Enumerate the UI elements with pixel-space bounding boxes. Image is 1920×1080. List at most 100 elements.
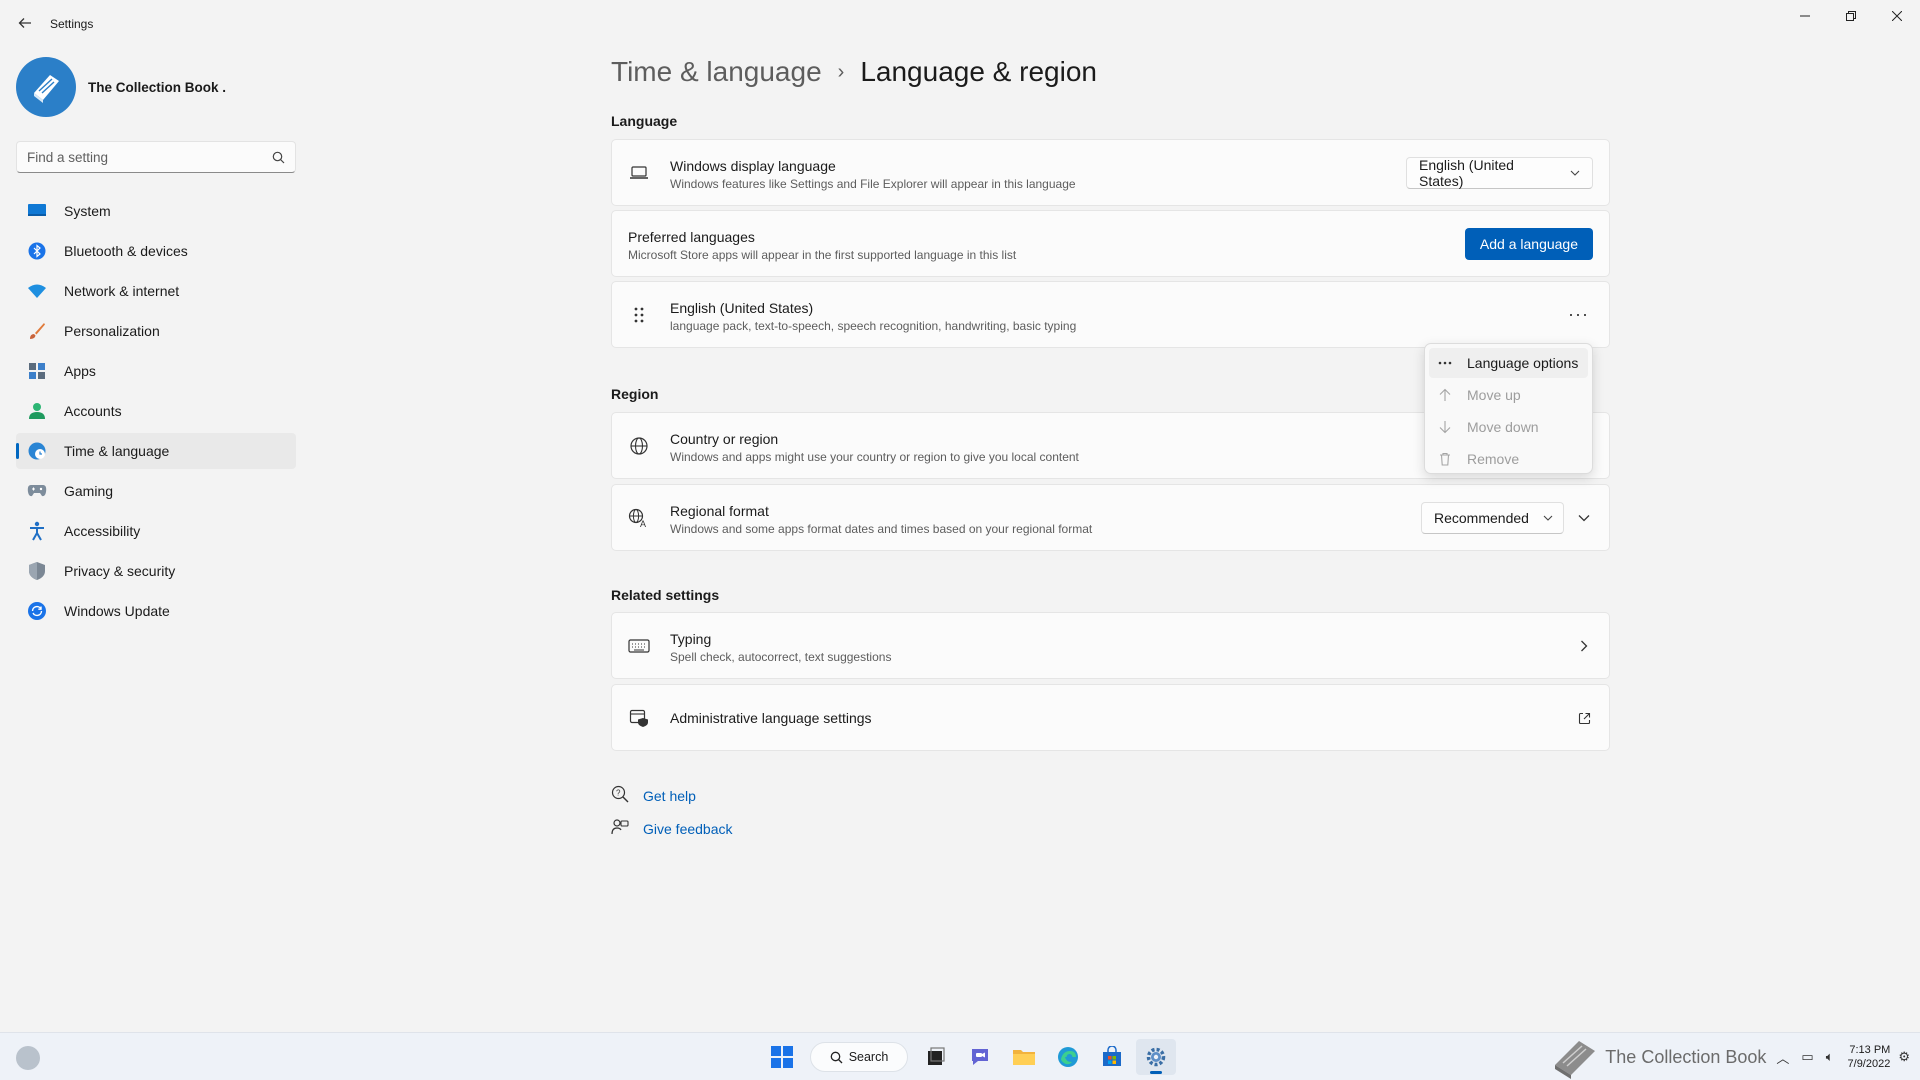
menu-item-language-options[interactable]: Language options [1429,348,1588,378]
sidebar-item-personalization[interactable]: Personalization [16,313,296,349]
sidebar-item-apps[interactable]: Apps [16,353,296,389]
settings-search[interactable] [16,141,296,173]
person-icon [26,400,48,422]
menu-item-label: Move down [1467,419,1539,435]
restore-icon [1846,11,1856,21]
regional-format-card[interactable]: A Regional format Windows and some apps … [611,484,1610,551]
chevron-up-icon[interactable]: ︿ [1776,1048,1789,1067]
back-button[interactable] [14,12,36,34]
sidebar-item-accounts[interactable]: Accounts [16,393,296,429]
more-options-button[interactable]: ··· [1568,304,1589,325]
chevron-down-icon [1543,513,1553,524]
chat-button[interactable] [960,1039,1000,1075]
menu-item-move-up[interactable]: Move up [1429,380,1588,410]
display-language-subtitle: Windows features like Settings and File … [670,177,1076,191]
book-icon [34,75,59,103]
give-feedback-row: Give feedback [611,818,733,839]
breadcrumb-parent[interactable]: Time & language [611,56,822,88]
clock-date: 7/9/2022 [1847,1058,1891,1070]
menu-item-remove[interactable]: Remove [1429,444,1588,474]
gamepad-icon [26,480,48,502]
accessibility-icon [26,520,48,542]
country-region-subtitle: Windows and apps might use your country … [670,450,1079,464]
user-profile[interactable]: The Collection Book . [16,57,226,117]
regional-format-icon: A [628,507,650,529]
taskbar-search-label: Search [848,1050,889,1064]
menu-item-move-down[interactable]: Move down [1429,412,1588,442]
title-bar: Settings [0,0,1920,48]
sidebar-item-time-language[interactable]: Time & language [16,433,296,469]
restore-button[interactable] [1828,0,1874,32]
sidebar-item-accessibility[interactable]: Accessibility [16,513,296,549]
language-item-title: English (United States) [670,300,814,316]
chevron-right-icon [1573,635,1595,657]
volume-icon[interactable]: 🔈︎ [1826,1049,1834,1065]
close-button[interactable] [1874,0,1920,32]
drag-handle-icon[interactable] [628,304,650,326]
admin-language-card[interactable]: Administrative language settings [611,684,1610,751]
minimize-icon [1800,15,1810,17]
wifi-icon [26,280,48,302]
sidebar-item-privacy[interactable]: Privacy & security [16,553,296,589]
widgets-icon[interactable] [16,1046,40,1070]
search-input[interactable] [27,149,257,165]
store-button[interactable] [1092,1039,1132,1075]
give-feedback-link[interactable]: Give feedback [643,821,733,837]
update-icon [26,600,48,622]
display-language-title: Windows display language [670,158,836,174]
app-title: Settings [50,17,94,31]
task-view-button[interactable] [916,1039,956,1075]
more-icon [1437,355,1453,371]
get-help-row: ? Get help [611,785,696,806]
shield-icon [26,560,48,582]
taskbar-search[interactable]: Search [810,1042,908,1072]
sidebar-item-network[interactable]: Network & internet [16,273,296,309]
sidebar-item-label: Bluetooth & devices [64,243,188,259]
trash-icon [1437,451,1453,467]
feedback-icon [611,818,629,839]
edge-button[interactable] [1048,1039,1088,1075]
sidebar-item-bluetooth[interactable]: Bluetooth & devices [16,233,296,269]
windows-logo-icon [771,1046,793,1068]
sidebar-item-label: Accessibility [64,523,141,539]
close-icon [1892,11,1902,21]
regional-format-dropdown[interactable]: Recommended [1421,502,1564,534]
arrow-down-icon [1437,419,1453,435]
sidebar-item-gaming[interactable]: Gaming [16,473,296,509]
chat-icon [972,1049,988,1065]
section-title-region: Region [611,386,659,402]
keyboard-icon [628,635,650,657]
globe-clock-icon [26,440,48,462]
notifications-icon[interactable]: ⚙︎ [1898,1049,1910,1065]
edge-icon [1058,1047,1078,1067]
section-title-language: Language [611,113,678,129]
search-icon [272,151,285,163]
minimize-button[interactable] [1782,0,1828,32]
file-explorer-button[interactable] [1004,1039,1044,1075]
add-language-button[interactable]: Add a language [1464,228,1593,260]
chevron-right-icon: › [837,60,845,83]
start-button[interactable] [762,1039,802,1075]
tray-icons: ︿ ▭ 🔈︎ [1770,1048,1839,1067]
back-arrow-icon [18,18,31,28]
monitor-icon [26,200,48,222]
display-language-dropdown[interactable]: English (United States) [1406,157,1593,189]
display-icon[interactable]: ▭ [1801,1049,1813,1065]
book-logo-icon [1545,1033,1605,1080]
admin-language-title: Administrative language settings [670,710,872,726]
get-help-link[interactable]: Get help [643,788,696,804]
sidebar-item-label: Apps [64,363,96,379]
sidebar-item-system[interactable]: System [16,193,296,229]
sidebar-item-windows-update[interactable]: Windows Update [16,593,296,629]
taskbar-clock[interactable]: 7:13 PM 7/9/2022 [1848,1043,1891,1071]
svg-text:A: A [640,519,646,528]
display-language-card: Windows display language Windows feature… [611,139,1610,206]
clock-time: 7:13 PM [1849,1044,1891,1056]
typing-card[interactable]: Typing Spell check, autocorrect, text su… [611,612,1610,679]
sidebar-item-label: Time & language [64,443,170,459]
expand-chevron-icon[interactable] [1573,507,1595,529]
settings-taskbar-button[interactable] [1136,1039,1176,1075]
breadcrumb: Time & language › Language & region [611,56,1097,88]
preferred-languages-card: Preferred languages Microsoft Store apps… [611,210,1610,277]
avatar [16,57,76,117]
